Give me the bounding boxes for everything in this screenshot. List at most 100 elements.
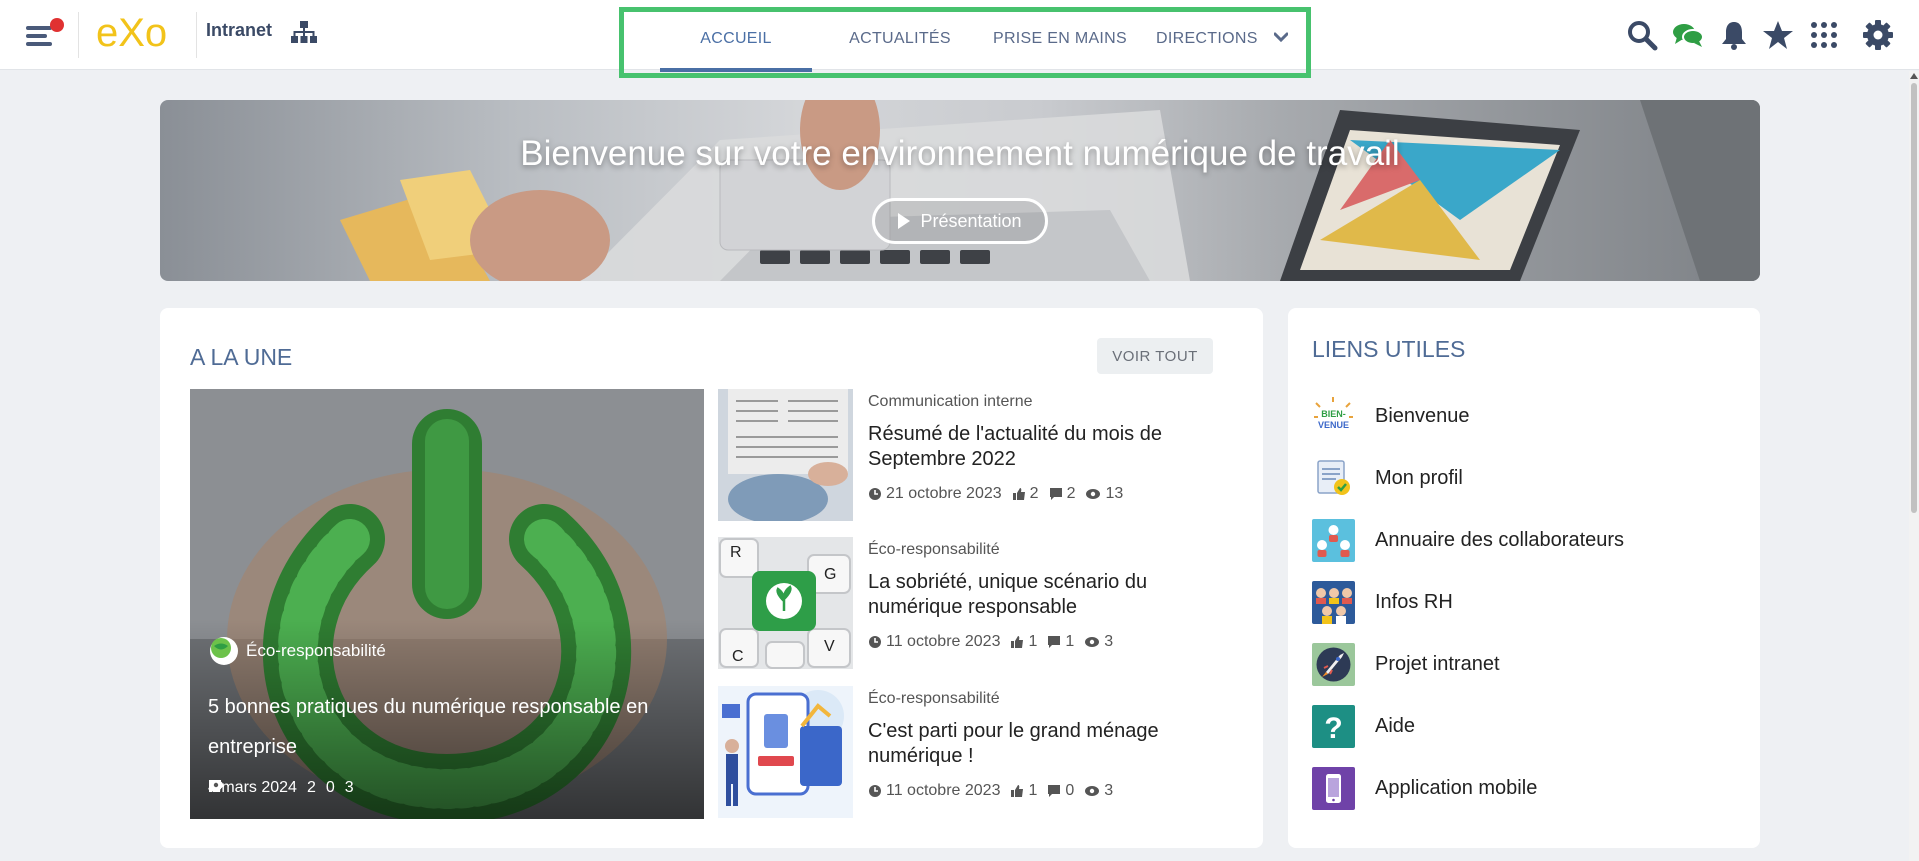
- svg-text:eXo: eXo: [96, 11, 167, 55]
- tab-prise-en-mains[interactable]: PRISE EN MAINS: [980, 30, 1140, 70]
- rocket-icon: [1312, 642, 1355, 686]
- link-aide[interactable]: ? Aide: [1312, 704, 1732, 748]
- link-application-mobile[interactable]: Application mobile: [1312, 766, 1732, 810]
- svg-text:VENUE: VENUE: [1318, 420, 1349, 430]
- active-tab-underline: [660, 68, 812, 72]
- presentation-button[interactable]: Présentation: [872, 198, 1048, 244]
- top-bar: eXo Intranet ACCUEIL ACTUALITÉS PRISE EN…: [0, 0, 1919, 78]
- divider: [78, 12, 79, 58]
- article-item[interactable]: Éco-responsabilité C'est parti pour le g…: [718, 686, 1238, 818]
- article-views: 13: [1105, 485, 1124, 502]
- eye-icon: [1085, 637, 1100, 647]
- article-meta: 21 octobre 2023 2 2 13: [868, 485, 1123, 503]
- chevron-down-icon[interactable]: [1274, 32, 1289, 42]
- page-scrollbar[interactable]: [1909, 71, 1919, 861]
- play-icon: [898, 213, 911, 229]
- thumbs-up-icon: [1011, 785, 1024, 797]
- featured-category-label: Éco-responsabilité: [246, 641, 386, 660]
- featured-views: 3: [344, 779, 354, 796]
- link-bienvenue[interactable]: BIEN- VENUE Bienvenue: [1312, 394, 1732, 438]
- link-label: Bienvenue: [1375, 404, 1470, 427]
- newspaper-thumbnail: [718, 389, 853, 521]
- banner-title: Bienvenue sur votre environnement numéri…: [520, 134, 1400, 173]
- star-icon[interactable]: [1762, 19, 1794, 51]
- article-date: 11 octobre 2023: [886, 782, 1001, 799]
- scrollbar-thumb[interactable]: [1911, 83, 1917, 513]
- sitemap-icon[interactable]: [290, 20, 318, 44]
- help-icon: ?: [1312, 704, 1355, 748]
- section-title: LIENS UTILES: [1312, 336, 1466, 362]
- link-label: Application mobile: [1375, 776, 1538, 799]
- tab-directions[interactable]: DIRECTIONS: [1144, 30, 1294, 70]
- search-icon[interactable]: [1626, 19, 1658, 51]
- eco-globe-icon: [210, 637, 238, 665]
- article-category: Éco-responsabilité: [868, 541, 1000, 558]
- svg-text:G: G: [824, 566, 836, 583]
- svg-text:C: C: [732, 648, 744, 665]
- section-title: A LA UNE: [190, 344, 293, 370]
- article-item[interactable]: Communication interne Résumé de l'actual…: [718, 389, 1238, 521]
- article-views: 3: [1104, 633, 1114, 650]
- voir-tout-button[interactable]: VOIR TOUT: [1097, 338, 1213, 374]
- svg-text:R: R: [730, 544, 742, 561]
- divider: [196, 12, 197, 58]
- article-title[interactable]: La sobriété, unique scénario du numériqu…: [868, 570, 1228, 620]
- featured-article[interactable]: Éco-responsabilité 5 bonnes pratiques du…: [190, 389, 704, 819]
- article-title[interactable]: C'est parti pour le grand ménage numériq…: [868, 719, 1228, 769]
- article-title[interactable]: Résumé de l'actualité du mois de Septemb…: [868, 422, 1228, 472]
- svg-text:BIEN-: BIEN-: [1321, 409, 1346, 419]
- a-la-une-card: A LA UNE VOIR TOUT Éco-responsabilité 5 …: [160, 308, 1263, 848]
- chat-icon[interactable]: [1672, 19, 1704, 51]
- link-infos-rh[interactable]: Infos RH: [1312, 580, 1732, 624]
- mobile-phone-icon: [1312, 766, 1355, 810]
- link-label: Infos RH: [1375, 590, 1453, 613]
- link-label: Projet intranet: [1375, 652, 1500, 675]
- article-likes: 2: [1029, 485, 1039, 502]
- site-name[interactable]: Intranet: [206, 20, 272, 41]
- article-comments: 2: [1066, 485, 1076, 502]
- exo-logo[interactable]: eXo: [96, 10, 182, 56]
- profile-certificate-icon: [1312, 456, 1355, 500]
- comment-icon: [1049, 488, 1062, 500]
- clock-icon: [869, 488, 881, 500]
- notification-dot: [50, 18, 64, 32]
- article-item[interactable]: R G C V Éco-responsabilité La sobriété, uni…: [718, 537, 1238, 669]
- eye-icon: [1086, 489, 1101, 499]
- digital-cleanup-thumbnail: [718, 686, 853, 818]
- bell-icon[interactable]: [1718, 19, 1750, 51]
- gear-icon[interactable]: [1862, 19, 1894, 51]
- menu-hamburger-icon[interactable]: [22, 18, 64, 52]
- link-projet-intranet[interactable]: Projet intranet: [1312, 642, 1732, 686]
- article-meta: 11 octobre 2023 1 0 3: [868, 782, 1113, 800]
- featured-meta: 4 mars 2024 2 0 3: [208, 779, 354, 797]
- tab-actualites[interactable]: ACTUALITÉS: [830, 30, 970, 70]
- link-label: Aide: [1375, 714, 1416, 737]
- link-annuaire[interactable]: Annuaire des collaborateurs: [1312, 518, 1732, 562]
- link-label: Mon profil: [1375, 466, 1463, 489]
- article-comments: 1: [1065, 633, 1075, 650]
- thumbs-up-icon: [1012, 488, 1025, 500]
- welcome-banner: Bienvenue sur votre environnement numéri…: [160, 100, 1760, 281]
- svg-text:V: V: [824, 638, 835, 655]
- article-views: 3: [1104, 782, 1114, 799]
- eye-icon: [209, 780, 223, 790]
- eye-icon: [1085, 786, 1100, 796]
- scroll-up-arrow-icon[interactable]: [1910, 73, 1918, 79]
- link-mon-profil[interactable]: Mon profil: [1312, 456, 1732, 500]
- featured-category: Éco-responsabilité: [210, 637, 386, 665]
- directory-icon: [1312, 518, 1355, 562]
- presentation-button-label: Présentation: [920, 210, 1022, 231]
- article-date: 21 octobre 2023: [886, 485, 1002, 502]
- article-meta: 11 octobre 2023 1 1 3: [868, 633, 1113, 651]
- article-likes: 1: [1028, 633, 1038, 650]
- apps-grid-icon[interactable]: [1808, 19, 1840, 51]
- featured-likes: 2: [306, 779, 316, 796]
- link-label: Annuaire des collaborateurs: [1375, 528, 1625, 551]
- hr-people-icon: [1312, 580, 1355, 624]
- tab-directions-label: DIRECTIONS: [1156, 30, 1258, 47]
- tab-accueil[interactable]: ACCUEIL: [660, 30, 812, 70]
- svg-text:?: ?: [1324, 712, 1342, 745]
- article-category: Éco-responsabilité: [868, 690, 1000, 707]
- featured-title[interactable]: 5 bonnes pratiques du numérique responsa…: [208, 687, 688, 767]
- article-date: 11 octobre 2023: [886, 633, 1001, 650]
